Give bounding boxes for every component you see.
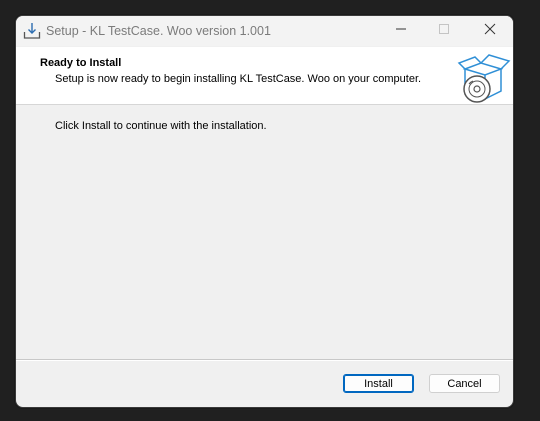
title-bar[interactable]: Setup - KL TestCase. Woo version 1.001: [16, 16, 513, 46]
setup-window: Setup - KL TestCase. Woo version 1.001 R…: [15, 15, 514, 408]
close-icon: [484, 22, 496, 40]
footer-divider-highlight: [16, 360, 513, 361]
wizard-header: Ready to Install Setup is now ready to b…: [16, 47, 513, 105]
minimize-icon: [395, 22, 407, 40]
download-tray-icon: [23, 22, 41, 40]
install-button[interactable]: Install: [343, 374, 414, 393]
installer-box-disc-icon: [455, 51, 511, 107]
window-title: Setup - KL TestCase. Woo version 1.001: [46, 24, 271, 38]
page-subtitle: Setup is now ready to begin installing K…: [55, 73, 422, 85]
cancel-button[interactable]: Cancel: [429, 374, 500, 393]
minimize-button[interactable]: [378, 16, 424, 46]
maximize-button[interactable]: [421, 16, 467, 46]
page-title: Ready to Install: [40, 57, 122, 69]
install-instruction: Click Install to continue with the insta…: [55, 120, 267, 132]
maximize-icon: [438, 22, 450, 40]
close-button[interactable]: [467, 16, 513, 46]
